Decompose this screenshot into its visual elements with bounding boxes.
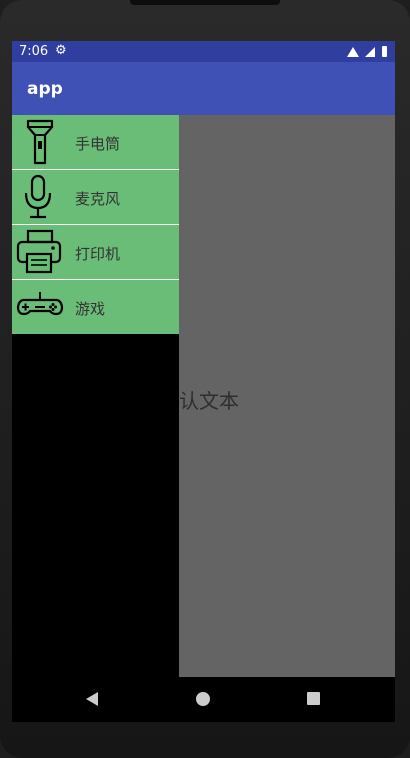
drawer-item-label: 打印机 [75,245,121,263]
screen: 7:06 ⚙ app 认文本 手电筒 麦克风 打印机 游戏 [12,41,395,722]
drawer-item-label: 麦克风 [75,190,121,208]
battery-icon [382,46,387,57]
app-bar: app [12,62,395,115]
app-title: app [27,79,63,99]
home-icon[interactable] [196,692,210,706]
printer-icon [16,229,62,274]
back-icon[interactable] [86,692,98,706]
drawer-item-label: 游戏 [75,300,106,318]
drawer-item-printer[interactable]: 打印机 [12,225,179,279]
phone-speaker [130,0,280,5]
status-time: 7:06 [19,44,49,59]
default-text: 认文本 [179,389,239,413]
gamepad-icon [16,292,64,316]
status-bar: 7:06 ⚙ [12,41,395,62]
flashlight-icon [26,119,54,165]
main-content: 认文本 [179,115,395,677]
navigation-drawer: 手电筒 麦克风 打印机 游戏 [12,115,179,677]
wifi-icon [346,46,359,57]
signal-icon [364,46,375,57]
drawer-item-game[interactable]: 游戏 [12,280,179,334]
status-icons [346,44,387,59]
drawer-item-label: 手电筒 [75,135,121,153]
microphone-icon [24,174,52,219]
drawer-item-flashlight[interactable]: 手电筒 [12,115,179,169]
recents-icon[interactable] [307,692,320,705]
drawer-item-microphone[interactable]: 麦克风 [12,170,179,224]
navigation-bar [12,677,395,722]
gear-icon: ⚙ [55,43,67,58]
